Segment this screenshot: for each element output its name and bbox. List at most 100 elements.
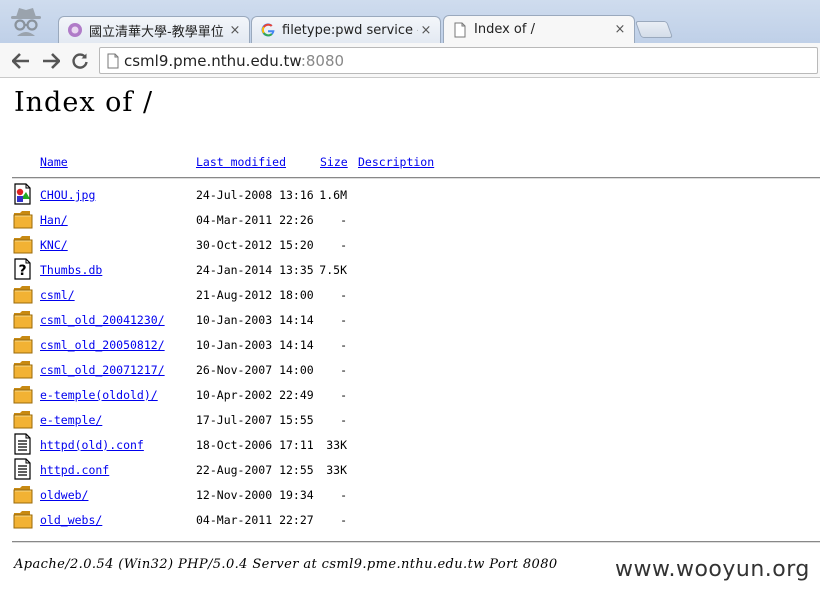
file-size: - <box>340 238 347 252</box>
tab-google-search[interactable]: filetype:pwd service - Gi × <box>251 16 441 43</box>
sort-by-name-link[interactable]: Name <box>40 155 68 169</box>
forward-arrow-icon <box>43 53 60 69</box>
reload-icon <box>72 53 88 69</box>
file-link[interactable]: httpd.conf <box>40 463 109 477</box>
file-row: CHOU.jpg 24-Jul-2008 13:16 1.6M <box>0 183 820 208</box>
folder-icon <box>13 211 33 229</box>
last-modified: 24-Jul-2008 13:16 <box>196 188 314 202</box>
last-modified: 26-Nov-2007 14:00 <box>196 363 314 377</box>
file-link[interactable]: csml/ <box>40 288 75 302</box>
last-modified: 18-Oct-2006 17:11 <box>196 438 314 452</box>
file-row: httpd(old).conf 18-Oct-2006 17:11 33K <box>0 433 820 458</box>
file-link[interactable]: csml_old_20041230/ <box>40 313 165 327</box>
tab-close-icon[interactable]: × <box>227 23 243 38</box>
new-tab-button[interactable] <box>634 21 674 38</box>
file-link[interactable]: CHOU.jpg <box>40 188 95 202</box>
tab-close-icon[interactable]: × <box>612 22 628 37</box>
server-signature: Apache/2.0.54 (Win32) PHP/5.0.4 Server a… <box>14 557 558 572</box>
file-row: csml_old_20041230/10-Jan-2003 14:14 - <box>0 308 820 333</box>
page-icon <box>107 53 119 68</box>
text-file-icon <box>14 433 31 455</box>
sort-by-modified-link[interactable]: Last modified <box>196 155 286 169</box>
svg-text:?: ? <box>18 263 26 279</box>
url-text: csml9.pme.nthu.edu.tw:8080 <box>124 52 344 70</box>
file-link[interactable]: KNC/ <box>40 238 68 252</box>
file-size: - <box>340 388 347 402</box>
file-size: - <box>340 513 347 527</box>
file-row: old_webs/04-Mar-2011 22:27 - <box>0 508 820 533</box>
header-divider <box>12 177 820 179</box>
watermark: www.wooyun.org <box>615 557 810 582</box>
tab-index-of[interactable]: Index of / × <box>443 15 635 43</box>
file-row: e-temple/17-Jul-2007 15:55 - <box>0 408 820 433</box>
forward-button[interactable] <box>40 50 62 72</box>
tab-close-icon[interactable]: × <box>418 23 434 38</box>
file-size: - <box>340 213 347 227</box>
last-modified: 12-Nov-2000 19:34 <box>196 488 314 502</box>
file-size: 33K <box>326 438 347 452</box>
sort-by-size-link[interactable]: Size <box>320 155 348 169</box>
file-link[interactable]: e-temple(oldold)/ <box>40 388 158 402</box>
incognito-icon <box>11 8 41 36</box>
file-row: oldweb/12-Nov-2000 19:34 - <box>0 483 820 508</box>
file-link[interactable]: Thumbs.db <box>40 263 102 277</box>
last-modified: 10-Apr-2002 22:49 <box>196 388 314 402</box>
address-bar[interactable]: csml9.pme.nthu.edu.tw:8080 <box>99 47 818 74</box>
file-size: - <box>340 288 347 302</box>
tab-title: 國立清華大學-教學單位 <box>89 24 224 40</box>
file-size: - <box>340 488 347 502</box>
folder-icon <box>13 236 33 254</box>
last-modified: 04-Mar-2011 22:27 <box>196 513 314 527</box>
file-row: e-temple(oldold)/ 10-Apr-2002 22:49 - <box>0 383 820 408</box>
page-favicon-icon <box>454 22 466 37</box>
last-modified: 30-Oct-2012 15:20 <box>196 238 314 252</box>
folder-icon <box>13 361 33 379</box>
folder-icon <box>13 486 33 504</box>
last-modified: 22-Aug-2007 12:55 <box>196 463 314 477</box>
file-link[interactable]: Han/ <box>40 213 68 227</box>
folder-icon <box>13 511 33 529</box>
reload-button[interactable] <box>69 50 91 72</box>
image-file-icon <box>14 183 31 205</box>
google-favicon-icon <box>261 23 275 37</box>
url-host: csml9.pme.nthu.edu.tw <box>124 51 301 70</box>
last-modified: 21-Aug-2012 18:00 <box>196 288 314 302</box>
last-modified: 17-Jul-2007 15:55 <box>196 413 314 427</box>
file-link[interactable]: csml_old_20071217/ <box>40 363 165 377</box>
folder-icon <box>13 286 33 304</box>
page-title: Index of / <box>14 87 154 118</box>
url-port: :8080 <box>300 51 345 70</box>
file-row: Han/04-Mar-2011 22:26 - <box>0 208 820 233</box>
file-size: 33K <box>326 463 347 477</box>
directory-listing-page: Index of / Name Last modified Size Descr… <box>0 79 820 600</box>
last-modified: 10-Jan-2003 14:14 <box>196 338 314 352</box>
file-link[interactable]: e-temple/ <box>40 413 102 427</box>
file-row: httpd.conf 22-Aug-2007 12:55 33K <box>0 458 820 483</box>
file-row: csml_old_20050812/10-Jan-2003 14:14 - <box>0 333 820 358</box>
last-modified: 04-Mar-2011 22:26 <box>196 213 314 227</box>
back-button[interactable] <box>10 50 32 72</box>
file-size: - <box>340 313 347 327</box>
tab-title: filetype:pwd service - Gi <box>282 22 418 38</box>
folder-icon <box>13 411 33 429</box>
tab-strip: 國立清華大學-教學單位 × filetype:pwd service - Gi … <box>0 0 820 43</box>
file-row: csml/21-Aug-2012 18:00 - <box>0 283 820 308</box>
file-link[interactable]: oldweb/ <box>40 488 88 502</box>
nthu-favicon-icon <box>68 23 82 37</box>
file-size: 1.6M <box>319 188 347 202</box>
tab-nthu[interactable]: 國立清華大學-教學單位 × <box>58 16 250 43</box>
file-row: KNC/30-Oct-2012 15:20 - <box>0 233 820 258</box>
tab-title: Index of / <box>474 22 535 37</box>
sort-by-description-link[interactable]: Description <box>358 155 434 169</box>
file-link[interactable]: httpd(old).conf <box>40 438 144 452</box>
file-link[interactable]: old_webs/ <box>40 513 102 527</box>
back-arrow-icon <box>12 53 29 69</box>
file-size: - <box>340 338 347 352</box>
footer-divider <box>12 541 820 543</box>
file-size: 7.5K <box>319 263 347 277</box>
file-size: - <box>340 363 347 377</box>
text-file-icon <box>14 458 31 480</box>
file-row: ? Thumbs.db 24-Jan-2014 13:35 7.5K <box>0 258 820 283</box>
toolbar: csml9.pme.nthu.edu.tw:8080 <box>0 43 820 78</box>
file-link[interactable]: csml_old_20050812/ <box>40 338 165 352</box>
